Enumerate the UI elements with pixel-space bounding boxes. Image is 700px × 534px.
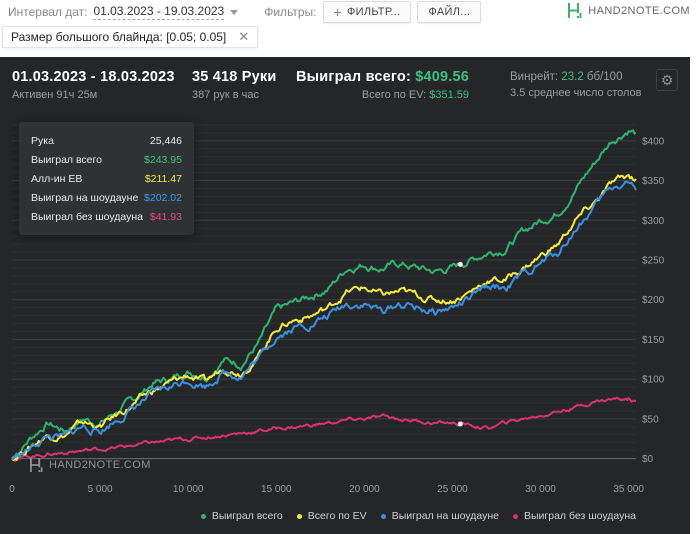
tooltip-row-nosd: Выиграл без шоудауна $41.93	[31, 207, 182, 226]
x-tick-label: 5 000	[88, 484, 113, 495]
h2n-logo-icon	[568, 3, 582, 18]
tooltip-nosd-value: $41.93	[149, 210, 182, 223]
y-tick-label: $50	[642, 414, 659, 425]
legend-item[interactable]: Выиграл без шоудауна	[513, 510, 636, 522]
y-tick-label: $300	[642, 216, 665, 227]
tooltip-won-label: Выиграл всего	[31, 153, 102, 166]
y-axis: $0 $50 $100 $150 $200 $250 $300 $350 $400	[642, 136, 665, 465]
filters-label: Фильтры:	[264, 5, 317, 19]
tooltip-sd-value: $202.02	[144, 191, 182, 204]
tooltip-allin-value: $211.47	[144, 172, 182, 185]
legend-item[interactable]: Выиграл всего	[200, 510, 283, 522]
x-tick-label: 30 000	[525, 484, 556, 495]
date-label: Интервал дат:	[8, 5, 88, 19]
file-button-label: ФАЙЛ...	[428, 6, 471, 18]
tooltip-nosd-label: Выиграл без шоудауна	[31, 210, 143, 223]
legend-dot-icon	[513, 513, 518, 519]
legend-label: Выиграл всего	[211, 510, 283, 522]
y-tick-label: $250	[642, 256, 665, 267]
logo-text: HAND2NOTE.COM	[588, 4, 690, 17]
file-button[interactable]: ФАЙЛ...	[417, 1, 482, 23]
watermark: HAND2NOTE.COM	[30, 457, 151, 473]
tooltip-allin-label: Алл-ин EB	[31, 172, 83, 185]
toolbar: Интервал дат: 01.03.2023 - 19.03.2023 Фи…	[0, 0, 700, 24]
y-tick-label: $150	[642, 335, 665, 346]
legend-label: Всего по EV	[307, 510, 367, 522]
x-tick-label: 25 000	[437, 484, 468, 495]
chart-tooltip: Рука 25,446 Выиграл всего $243.95 Алл-ин E…	[19, 122, 194, 235]
logo: HAND2NOTE.COM	[568, 2, 690, 19]
chevron-down-icon[interactable]	[230, 9, 239, 15]
y-tick-label: $350	[642, 176, 665, 187]
tooltip-row-sd: Выиграл на шоудауне $202.02	[31, 188, 182, 207]
x-tick-label: 15 000	[261, 484, 292, 495]
y-tick-label: $400	[642, 136, 665, 147]
date-range-selector[interactable]: 01.03.2023 - 19.03.2023	[93, 4, 225, 20]
x-tick-label: 10 000	[173, 484, 204, 495]
hover-point	[457, 421, 463, 427]
chart-legend: Выиграл всего Всего по EV Выиграл на шоуда…	[0, 510, 690, 522]
legend-label: Выиграл без шоудауна	[524, 510, 636, 522]
tooltip-hand-value: 25,446	[149, 134, 182, 147]
plus-icon: +	[333, 4, 342, 20]
y-tick-label: $100	[642, 375, 665, 386]
add-filter-button[interactable]: + ФИЛЬТР...	[322, 1, 412, 23]
y-tick-label: $200	[642, 295, 665, 306]
h2n-watermark-icon	[30, 458, 43, 472]
close-icon[interactable]: ✕	[238, 29, 249, 45]
add-filter-label: ФИЛЬТР...	[347, 6, 401, 18]
tooltip-row-hand: Рука 25,446	[31, 131, 182, 150]
x-tick-label: 35 000	[613, 484, 644, 495]
legend-dot-icon	[200, 513, 206, 519]
tooltip-hand-label: Рука	[31, 134, 54, 147]
legend-item[interactable]: Выиграл на шоудауне	[380, 510, 499, 522]
tooltip-row-won: Выиграл всего $243.95	[31, 150, 182, 169]
graph-panel: 01.03.2023 - 18.03.2023 Активен 91ч 25м …	[0, 57, 690, 534]
x-axis: 0 5 000 10 000 15 000 20 000 25 000 30 000 35 0…	[9, 484, 644, 495]
y-tick-label: $0	[642, 454, 654, 465]
filter-chip-label: Размер большого блайнда: [0.05; 0.05]	[11, 30, 227, 44]
hover-point	[457, 261, 463, 267]
tooltip-sd-label: Выиграл на шоудауне	[31, 191, 139, 204]
watermark-text: HAND2NOTE.COM	[49, 459, 151, 471]
legend-dot-icon	[296, 513, 302, 519]
legend-label: Выиграл на шоудауне	[391, 510, 499, 522]
tooltip-row-allin: Алл-ин EB $211.47	[31, 169, 182, 188]
hover-markers	[457, 261, 463, 427]
legend-item[interactable]: Всего по EV	[296, 510, 367, 522]
x-tick-label: 0	[9, 484, 15, 495]
filter-chip[interactable]: Размер большого блайнда: [0.05; 0.05] ✕	[2, 26, 259, 48]
tooltip-won-value: $243.95	[144, 153, 182, 166]
legend-dot-icon	[380, 513, 386, 519]
x-tick-label: 20 000	[349, 484, 380, 495]
